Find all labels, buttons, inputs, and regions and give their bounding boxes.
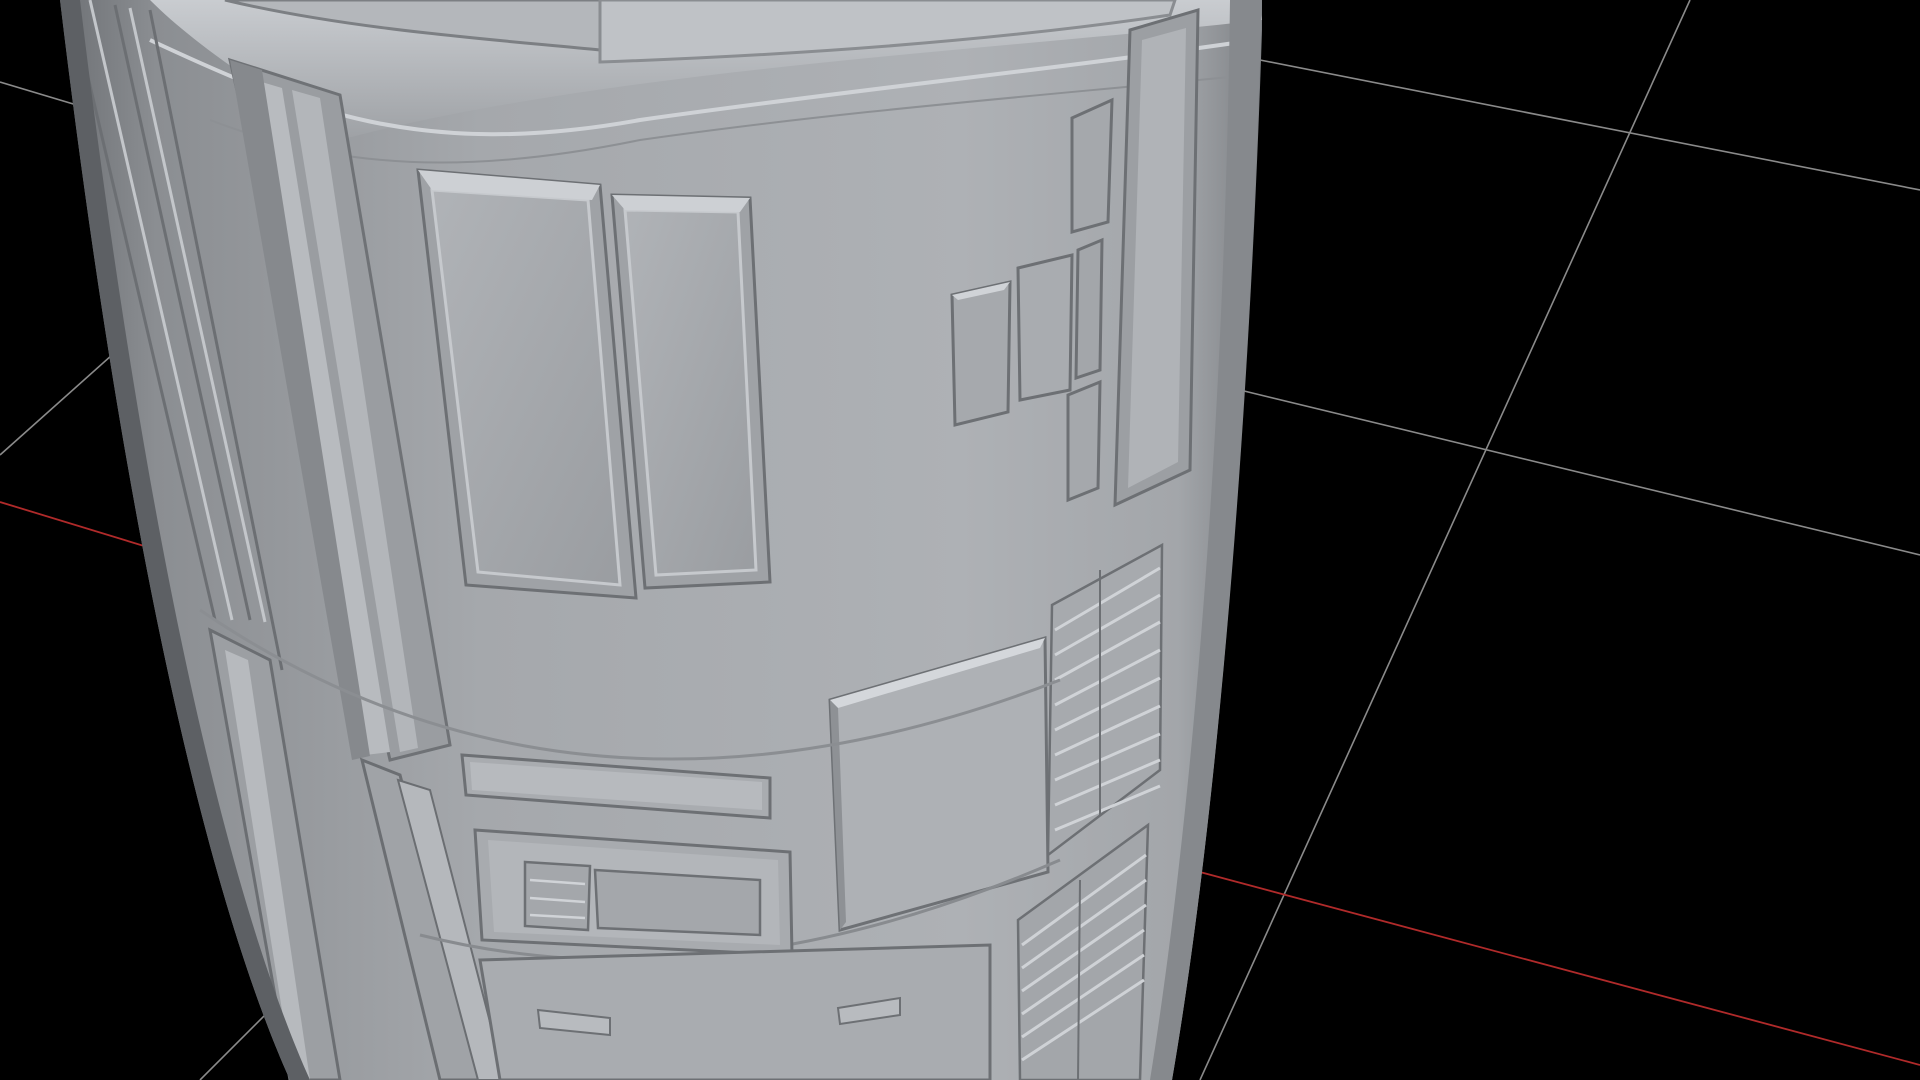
cylinder-model[interactable] bbox=[60, 0, 1262, 1080]
vertical-strip-right bbox=[1113, 7, 1200, 508]
viewport-canvas[interactable] bbox=[0, 0, 1920, 1080]
3d-viewport[interactable] bbox=[0, 0, 1920, 1080]
bottom-panel bbox=[478, 943, 992, 1080]
detail-panel-left bbox=[473, 828, 794, 957]
